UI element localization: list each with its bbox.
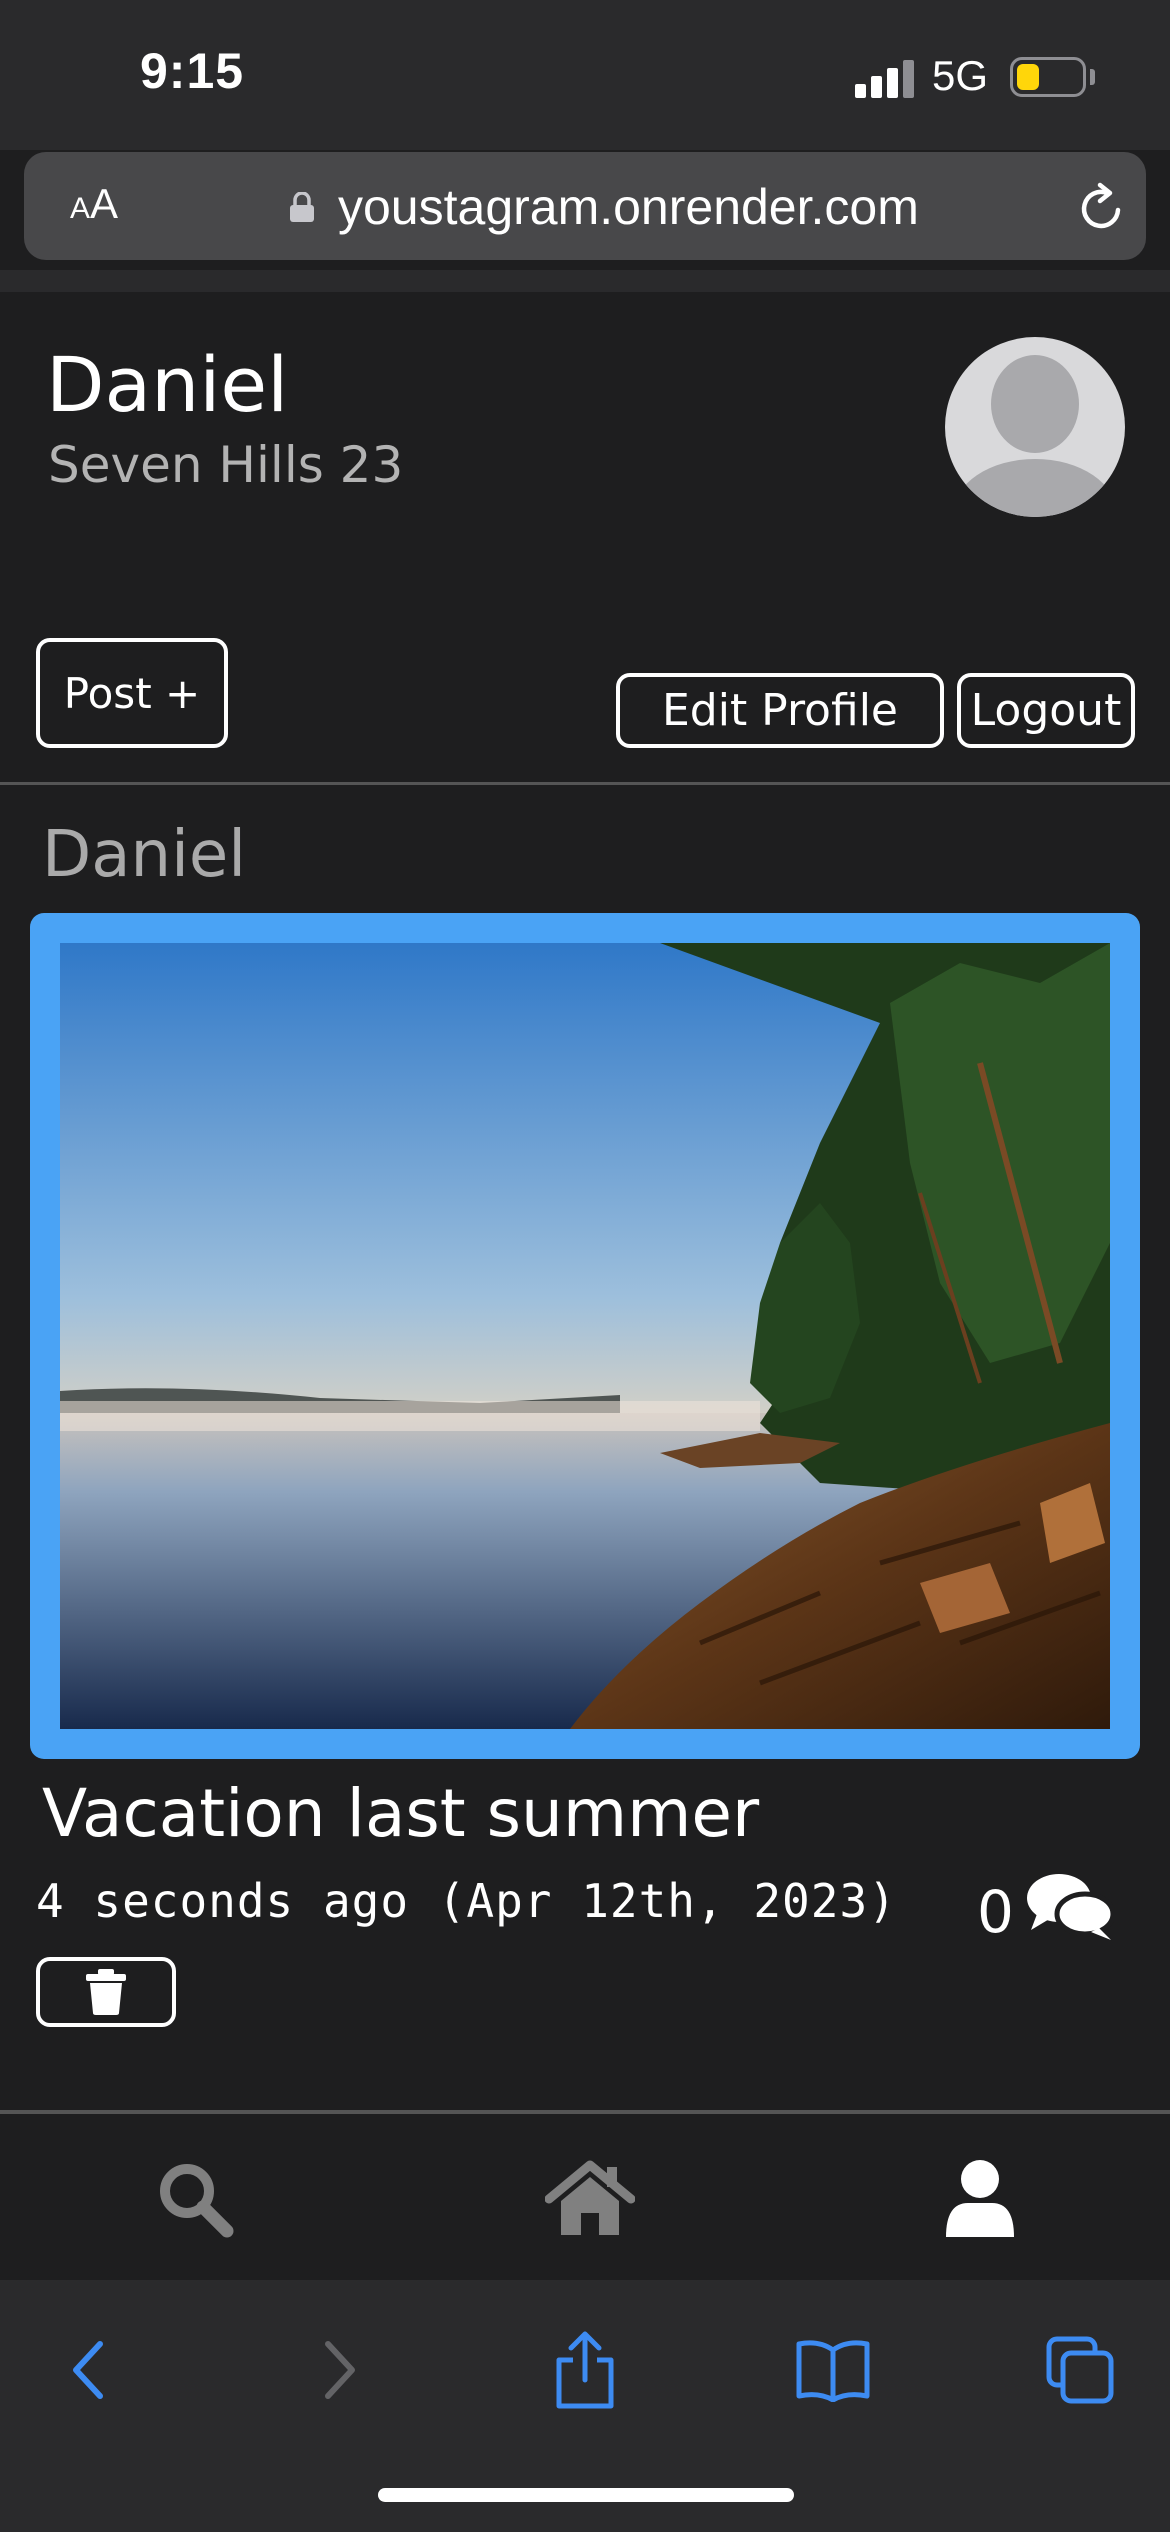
text-size-button[interactable]: AA	[70, 180, 118, 228]
network-type: 5G	[932, 52, 989, 99]
toolbar-separator	[0, 270, 1170, 292]
avatar-body	[953, 459, 1117, 517]
post-image-frame[interactable]	[30, 913, 1140, 1759]
battery-tip	[1090, 69, 1095, 85]
nav-home[interactable]	[545, 2154, 635, 2244]
battery-level	[1017, 64, 1039, 90]
address-bar[interactable]: AA youstagram.onrender.com	[24, 152, 1146, 260]
new-post-button[interactable]: Post +	[36, 638, 228, 748]
comments-icon[interactable]	[1025, 1870, 1115, 1942]
edit-profile-button[interactable]: Edit Profile	[616, 673, 944, 748]
back-icon	[73, 2341, 103, 2399]
nav-profile[interactable]	[935, 2154, 1025, 2244]
battery-icon	[1010, 57, 1086, 97]
lock-icon	[290, 192, 314, 222]
bookmarks-button[interactable]	[793, 2330, 873, 2410]
home-icon	[545, 2160, 635, 2235]
avatar	[945, 337, 1125, 517]
reload-icon[interactable]	[1074, 180, 1130, 236]
header-divider	[0, 782, 1170, 785]
post-title: Vacation last summer	[42, 1775, 760, 1852]
user-icon	[946, 2160, 1014, 2237]
cellular-signal-icon	[855, 58, 915, 98]
forward-button[interactable]	[300, 2330, 380, 2410]
share-icon	[556, 2331, 614, 2409]
status-time: 9:15	[140, 43, 245, 99]
post-image[interactable]	[60, 943, 1110, 1729]
tabs-button[interactable]	[1040, 2330, 1120, 2410]
post-timestamp: 4 seconds ago (Apr 12th, 2023)	[36, 1874, 897, 1928]
forward-icon	[325, 2341, 355, 2399]
status-bar: 9:15 5G	[0, 0, 1170, 150]
logout-button[interactable]: Logout	[957, 673, 1135, 748]
url-text[interactable]: youstagram.onrender.com	[338, 178, 919, 236]
post-author: Daniel	[42, 818, 246, 892]
tabs-icon	[1046, 2336, 1114, 2404]
share-button[interactable]	[545, 2330, 625, 2410]
back-button[interactable]	[48, 2330, 128, 2410]
profile-location: Seven Hills 23	[48, 436, 404, 494]
avatar-head	[991, 355, 1079, 453]
comment-count: 0	[977, 1878, 1014, 1946]
nav-search[interactable]	[150, 2154, 240, 2244]
bookmarks-icon	[796, 2340, 870, 2402]
app-bottom-nav	[0, 2114, 1170, 2280]
text-size-large-label: A	[90, 180, 119, 227]
trash-icon	[86, 1969, 126, 2015]
profile-name: Daniel	[46, 340, 289, 429]
search-icon	[160, 2164, 234, 2238]
delete-post-button[interactable]	[36, 1957, 176, 2027]
home-indicator[interactable]	[378, 2488, 794, 2502]
text-size-small-label: A	[70, 192, 91, 225]
